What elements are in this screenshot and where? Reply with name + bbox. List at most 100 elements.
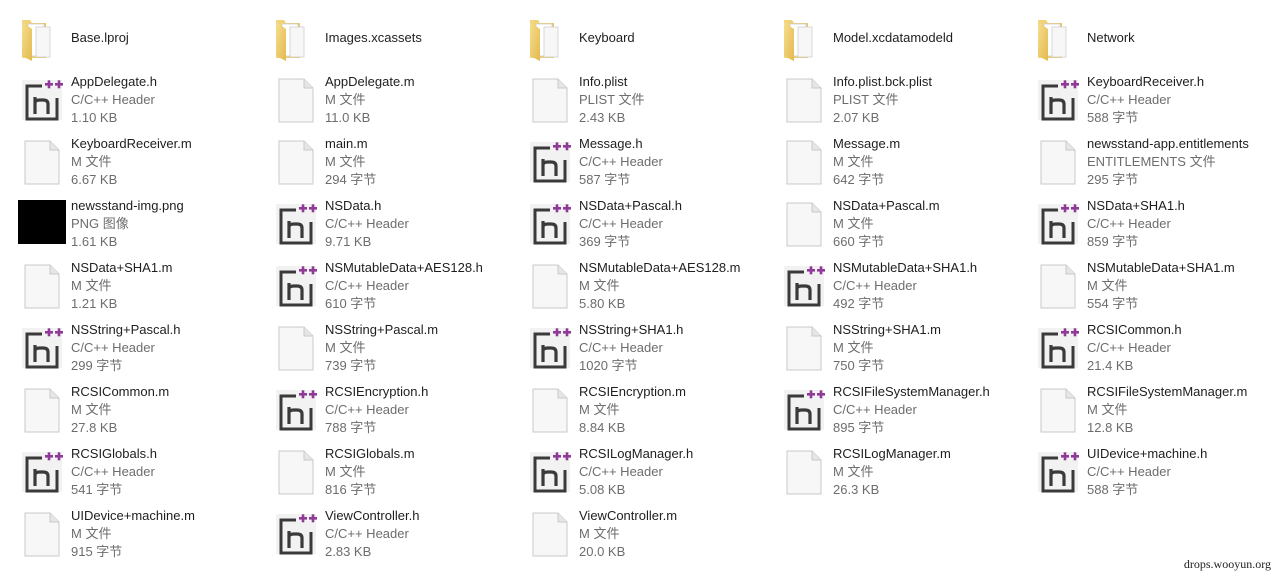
file-item[interactable]: NSData+Pascal.h C/C++ Header 369 字节 <box>508 190 762 252</box>
folder-item[interactable]: Base.lproj <box>0 8 254 70</box>
file-item[interactable]: Info.plist PLIST 文件 2.43 KB <box>508 66 762 128</box>
item-name: RCSIGlobals.m <box>325 446 415 461</box>
file-item[interactable]: RCSIGlobals.m M 文件 816 字节 <box>254 438 508 500</box>
file-item[interactable]: NSData+Pascal.m M 文件 660 字节 <box>762 190 1016 252</box>
blank-file-icon <box>272 448 320 496</box>
file-item[interactable]: NSMutableData+AES128.m M 文件 5.80 KB <box>508 252 762 314</box>
file-item[interactable]: AppDelegate.h C/C++ Header 1.10 KB <box>0 66 254 128</box>
item-name: NSMutableData+SHA1.h <box>833 260 978 275</box>
item-details: NSData+Pascal.h C/C++ Header 369 字节 <box>579 197 682 251</box>
file-item[interactable]: NSString+SHA1.m M 文件 750 字节 <box>762 314 1016 376</box>
item-name: RCSILogManager.m <box>833 446 951 461</box>
item-size: 610 字节 <box>325 296 377 311</box>
blank-file-icon <box>1034 386 1082 434</box>
folder-item[interactable]: Model.xcdatamodeld <box>762 8 1016 70</box>
item-size: 2.43 KB <box>579 110 626 125</box>
item-size: 895 字节 <box>833 420 885 435</box>
blank-file-icon <box>526 510 574 558</box>
file-item[interactable]: NSData.h C/C++ Header 9.71 KB <box>254 190 508 252</box>
file-item[interactable]: NSString+Pascal.m M 文件 739 字节 <box>254 314 508 376</box>
file-item[interactable]: NSData+SHA1.m M 文件 1.21 KB <box>0 252 254 314</box>
file-item[interactable]: RCSICommon.h C/C++ Header 21.4 KB <box>1016 314 1270 376</box>
folder-icon <box>270 14 318 62</box>
item-size: 5.08 KB <box>579 482 626 497</box>
cpp-header-file-icon <box>272 200 320 248</box>
item-details: UIDevice+machine.m M 文件 915 字节 <box>71 507 195 561</box>
file-item[interactable]: Message.h C/C++ Header 587 字节 <box>508 128 762 190</box>
file-item[interactable]: RCSIGlobals.h C/C++ Header 541 字节 <box>0 438 254 500</box>
file-item[interactable]: RCSIFileSystemManager.h C/C++ Header 895 字… <box>762 376 1016 438</box>
item-size: 295 字节 <box>1087 172 1139 187</box>
folder-item[interactable]: Keyboard <box>508 8 762 70</box>
file-item[interactable]: NSString+Pascal.h C/C++ Header 299 字节 <box>0 314 254 376</box>
file-item[interactable]: newsstand-app.entitlements ENTITLEMENTS 文… <box>1016 128 1270 190</box>
item-size: 11.0 KB <box>325 110 371 125</box>
item-name: Model.xcdatamodeld <box>833 30 953 45</box>
item-name: Info.plist <box>579 74 628 89</box>
file-item[interactable]: main.m M 文件 294 字节 <box>254 128 508 190</box>
item-name: NSMutableData+AES128.m <box>579 260 741 275</box>
blank-file-icon <box>780 138 828 186</box>
file-item[interactable]: KeyboardReceiver.h C/C++ Header 588 字节 <box>1016 66 1270 128</box>
item-size: 6.67 KB <box>71 172 118 187</box>
file-item[interactable]: RCSIEncryption.h C/C++ Header 788 字节 <box>254 376 508 438</box>
item-size: 21.4 KB <box>1087 358 1134 373</box>
file-item[interactable]: UIDevice+machine.m M 文件 915 字节 <box>0 500 254 562</box>
file-item[interactable]: NSMutableData+SHA1.h C/C++ Header 492 字节 <box>762 252 1016 314</box>
item-size: 859 字节 <box>1087 234 1139 249</box>
file-item[interactable]: Info.plist.bck.plist PLIST 文件 2.07 KB <box>762 66 1016 128</box>
item-details: KeyboardReceiver.h C/C++ Header 588 字节 <box>1087 73 1204 127</box>
blank-file-icon <box>526 262 574 310</box>
item-details: newsstand-app.entitlements ENTITLEMENTS 文… <box>1087 135 1249 189</box>
folder-item[interactable]: Images.xcassets <box>254 8 508 70</box>
item-name: newsstand-img.png <box>71 198 184 213</box>
item-name: Message.h <box>579 136 643 151</box>
file-item[interactable]: NSMutableData+SHA1.m M 文件 554 字节 <box>1016 252 1270 314</box>
file-item[interactable]: ViewController.h C/C++ Header 2.83 KB <box>254 500 508 562</box>
file-item[interactable]: Message.m M 文件 642 字节 <box>762 128 1016 190</box>
item-type: PNG 图像 <box>71 216 129 231</box>
cpp-header-file-icon <box>1034 448 1082 496</box>
file-item[interactable]: NSMutableData+AES128.h C/C++ Header 610 字节 <box>254 252 508 314</box>
item-details: Info.plist PLIST 文件 2.43 KB <box>579 73 645 127</box>
item-type: M 文件 <box>1087 278 1128 293</box>
item-type: M 文件 <box>579 278 620 293</box>
item-details: RCSIEncryption.h C/C++ Header 788 字节 <box>325 383 428 437</box>
item-name: Info.plist.bck.plist <box>833 74 932 89</box>
file-item[interactable]: ViewController.m M 文件 20.0 KB <box>508 500 762 562</box>
item-details: NSData+SHA1.m M 文件 1.21 KB <box>71 259 173 313</box>
file-item[interactable]: NSString+SHA1.h C/C++ Header 1020 字节 <box>508 314 762 376</box>
item-details: NSMutableData+SHA1.m M 文件 554 字节 <box>1087 259 1235 313</box>
blank-file-icon <box>18 386 66 434</box>
item-type: C/C++ Header <box>579 340 663 355</box>
folder-item[interactable]: Network <box>1016 8 1270 70</box>
blank-file-icon <box>780 200 828 248</box>
file-item[interactable]: UIDevice+machine.h C/C++ Header 588 字节 <box>1016 438 1270 500</box>
item-type: C/C++ Header <box>1087 464 1171 479</box>
item-type: C/C++ Header <box>579 154 663 169</box>
item-name: Images.xcassets <box>325 30 422 45</box>
file-item[interactable]: RCSIEncryption.m M 文件 8.84 KB <box>508 376 762 438</box>
item-details: NSMutableData+AES128.h C/C++ Header 610 字节 <box>325 259 483 313</box>
item-name: Message.m <box>833 136 901 151</box>
cpp-header-file-icon <box>780 262 828 310</box>
item-size: 20.0 KB <box>579 544 626 559</box>
file-item[interactable]: newsstand-img.png PNG 图像 1.61 KB <box>0 190 254 252</box>
file-item[interactable]: AppDelegate.m M 文件 11.0 KB <box>254 66 508 128</box>
file-item[interactable]: RCSIFileSystemManager.m M 文件 12.8 KB <box>1016 376 1270 438</box>
item-name: RCSICommon.m <box>71 384 170 399</box>
item-name: Keyboard <box>579 30 635 45</box>
item-details: AppDelegate.h C/C++ Header 1.10 KB <box>71 73 157 127</box>
file-item[interactable]: NSData+SHA1.h C/C++ Header 859 字节 <box>1016 190 1270 252</box>
item-details: ViewController.h C/C++ Header 2.83 KB <box>325 507 419 561</box>
item-name: NSData+SHA1.h <box>1087 198 1185 213</box>
folder-icon <box>778 14 826 62</box>
file-item[interactable]: RCSILogManager.m M 文件 26.3 KB <box>762 438 1016 500</box>
item-details: Images.xcassets <box>325 29 422 47</box>
item-size: 554 字节 <box>1087 296 1139 311</box>
file-item[interactable]: RCSILogManager.h C/C++ Header 5.08 KB <box>508 438 762 500</box>
item-size: 816 字节 <box>325 482 377 497</box>
file-item[interactable]: KeyboardReceiver.m M 文件 6.67 KB <box>0 128 254 190</box>
file-item[interactable]: RCSICommon.m M 文件 27.8 KB <box>0 376 254 438</box>
cpp-header-file-icon <box>526 448 574 496</box>
